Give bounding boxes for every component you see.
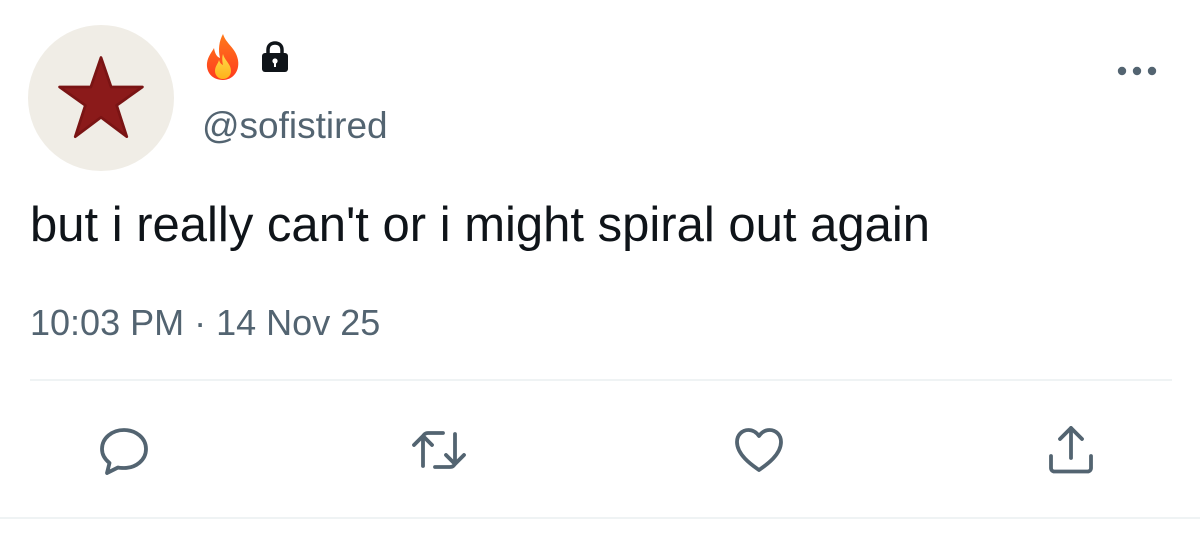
user-handle[interactable]: @sofistired bbox=[202, 104, 388, 148]
tweet-card: @sofistired but i really can't or i migh… bbox=[0, 0, 1200, 535]
display-name[interactable] bbox=[202, 32, 292, 87]
divider bbox=[30, 379, 1172, 381]
more-options-button[interactable] bbox=[1112, 56, 1162, 86]
reply-button[interactable] bbox=[94, 420, 154, 480]
retweet-icon bbox=[412, 431, 466, 469]
red-star-icon bbox=[58, 56, 144, 139]
fire-icon bbox=[202, 32, 244, 87]
retweet-button[interactable] bbox=[409, 420, 469, 480]
bottom-divider bbox=[0, 517, 1200, 519]
tweet-text: but i really can't or i might spiral out… bbox=[30, 198, 930, 252]
tweet-timestamp[interactable]: 10:03 PM · 14 Nov 25 bbox=[30, 299, 380, 347]
lock-icon bbox=[258, 40, 292, 79]
like-button[interactable] bbox=[729, 420, 789, 480]
more-dots-icon bbox=[1117, 66, 1157, 76]
share-icon bbox=[1049, 426, 1093, 474]
avatar[interactable] bbox=[28, 25, 174, 171]
share-button[interactable] bbox=[1041, 420, 1101, 480]
action-bar bbox=[0, 420, 1200, 480]
heart-icon bbox=[735, 428, 783, 472]
meta-separator: · bbox=[194, 302, 207, 343]
reply-icon bbox=[100, 428, 148, 475]
tweet-time: 10:03 PM bbox=[30, 302, 185, 343]
tweet-date: 14 Nov 25 bbox=[216, 302, 381, 343]
